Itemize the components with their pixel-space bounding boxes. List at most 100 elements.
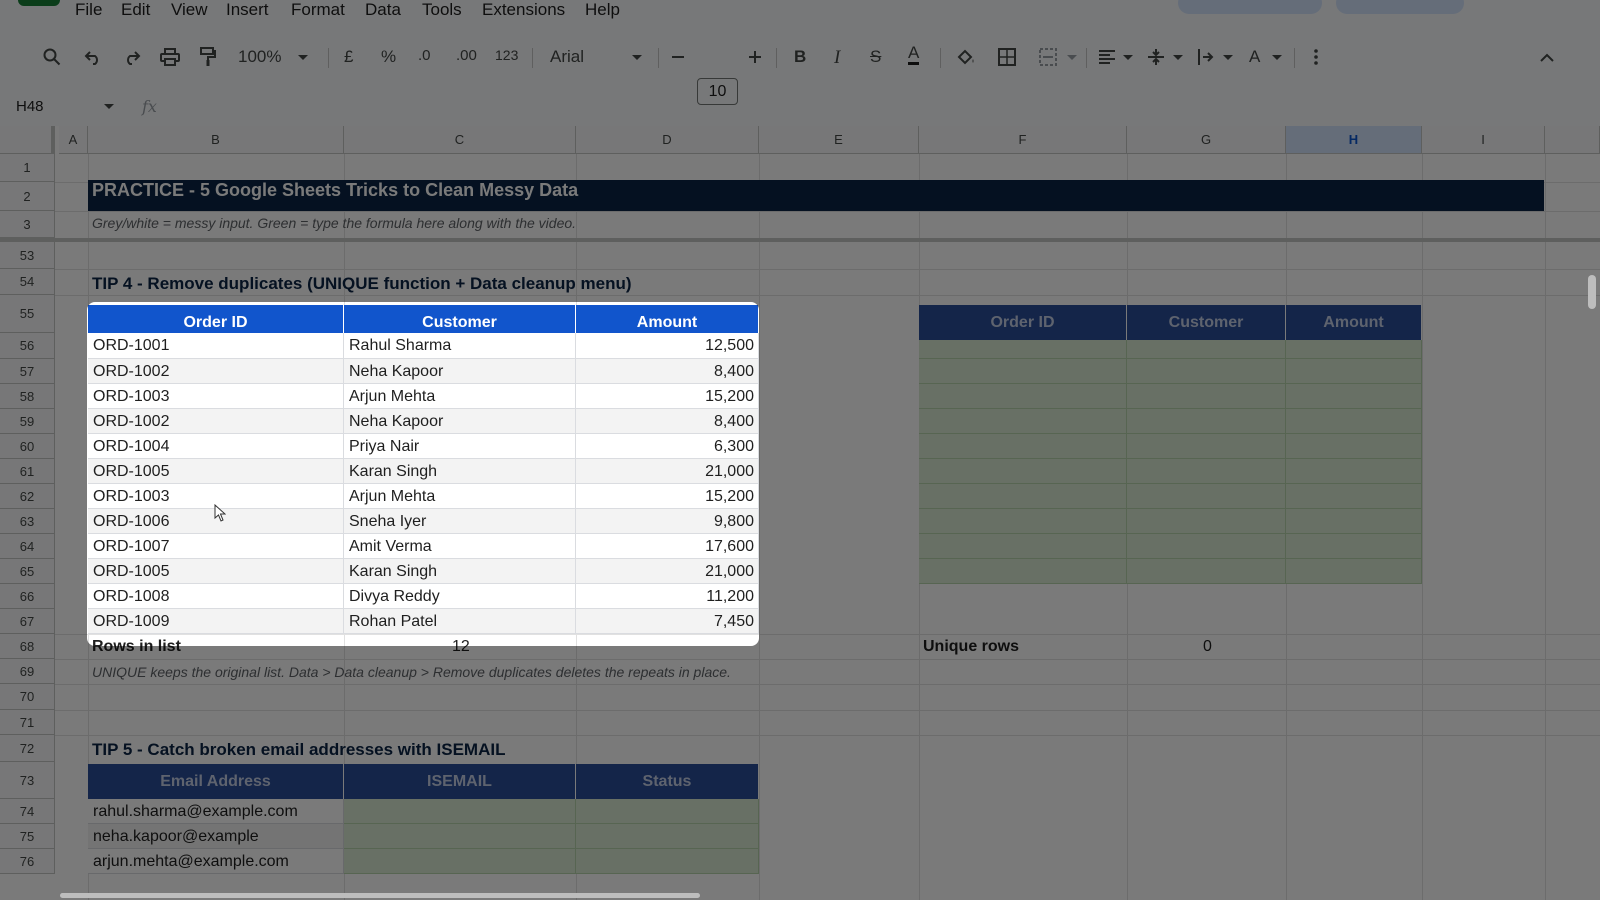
spreadsheet-grid[interactable]: A B C D E F G H I 1 2 3 53 54 55 56 57 5…: [0, 126, 1600, 900]
tip4-output-cell[interactable]: [919, 459, 1127, 484]
tip4-output-header-amount[interactable]: Amount: [1286, 305, 1422, 340]
tip4-amount-cell[interactable]: 15,200: [576, 484, 759, 509]
rows-in-list-label[interactable]: Rows in list: [92, 638, 181, 656]
menu-insert[interactable]: Insert: [226, 0, 269, 20]
vertical-scrollbar[interactable]: [1588, 275, 1596, 309]
text-rotation-dropdown-icon[interactable]: [1271, 44, 1283, 70]
tip4-output-cell[interactable]: [1127, 559, 1286, 584]
tip4-customer-cell[interactable]: Karan Singh: [344, 459, 576, 484]
tip4-output-cell[interactable]: [919, 509, 1127, 534]
row-header-58[interactable]: 58: [0, 384, 55, 409]
tip4-customer-cell[interactable]: Karan Singh: [344, 559, 576, 584]
borders-icon[interactable]: [995, 44, 1019, 70]
tip5-header-status[interactable]: Status: [576, 764, 759, 799]
tip4-order-id-cell[interactable]: ORD-1009: [88, 609, 344, 634]
tip4-output-cell[interactable]: [1127, 509, 1286, 534]
menu-data[interactable]: Data: [365, 0, 401, 20]
tip5-isemail-cell[interactable]: [344, 799, 576, 824]
tip5-email-cell[interactable]: neha.kapoor@example: [88, 824, 344, 849]
vertical-align-dropdown-icon[interactable]: [1172, 44, 1184, 70]
column-header-h[interactable]: H: [1286, 126, 1422, 154]
tip4-output-header-order-id[interactable]: Order ID: [919, 305, 1127, 340]
tip4-output-cell[interactable]: [1286, 559, 1422, 584]
row-header-65[interactable]: 65: [0, 559, 55, 584]
tip4-output-cell[interactable]: [1286, 409, 1422, 434]
tip4-output-cell[interactable]: [1127, 409, 1286, 434]
tip4-customer-cell[interactable]: Neha Kapoor: [344, 359, 576, 384]
menu-edit[interactable]: Edit: [121, 0, 150, 20]
tip4-output-cell[interactable]: [919, 484, 1127, 509]
column-header-f[interactable]: F: [919, 126, 1127, 154]
tip4-amount-cell[interactable]: 21,000: [576, 559, 759, 584]
tip5-status-cell[interactable]: [576, 849, 759, 874]
vertical-align-icon[interactable]: [1145, 44, 1167, 70]
row-header-66[interactable]: 66: [0, 584, 55, 609]
unique-rows-label[interactable]: Unique rows: [923, 638, 1019, 656]
row-header-76[interactable]: 76: [0, 849, 55, 874]
tip4-output-cell[interactable]: [1286, 459, 1422, 484]
tip4-customer-cell[interactable]: Rohan Patel: [344, 609, 576, 634]
tip5-isemail-cell[interactable]: [344, 824, 576, 849]
tip4-output-cell[interactable]: [1127, 484, 1286, 509]
tip4-amount-cell[interactable]: 6,300: [576, 434, 759, 459]
zoom-dropdown-icon[interactable]: [296, 44, 310, 70]
row-header-69[interactable]: 69: [0, 659, 55, 684]
zoom-value[interactable]: 100%: [238, 47, 281, 67]
tip4-output-cell[interactable]: [1127, 384, 1286, 409]
column-header-e[interactable]: E: [759, 126, 919, 154]
menu-file[interactable]: File: [75, 0, 102, 20]
row-header-3[interactable]: 3: [0, 211, 55, 238]
horizontal-scrollbar[interactable]: [60, 893, 700, 898]
tip4-output-cell[interactable]: [1286, 534, 1422, 559]
tip4-output-cell[interactable]: [1286, 434, 1422, 459]
tip4-order-id-cell[interactable]: ORD-1005: [88, 459, 344, 484]
tip4-amount-cell[interactable]: 21,000: [576, 459, 759, 484]
tip4-amount-cell[interactable]: 7,450: [576, 609, 759, 634]
tip4-output-cell[interactable]: [1286, 340, 1422, 359]
tip4-output-cell[interactable]: [1127, 434, 1286, 459]
column-header-i[interactable]: I: [1422, 126, 1545, 154]
tip4-customer-cell[interactable]: Sneha Iyer: [344, 509, 576, 534]
rows-in-list-value[interactable]: 12: [452, 638, 470, 656]
tip5-header-isemail[interactable]: ISEMAIL: [344, 764, 576, 799]
tip4-output-cell[interactable]: [919, 384, 1127, 409]
tip4-order-id-cell[interactable]: ORD-1002: [88, 359, 344, 384]
row-header-62[interactable]: 62: [0, 484, 55, 509]
tip5-status-cell[interactable]: [576, 799, 759, 824]
menu-format[interactable]: Format: [291, 0, 345, 20]
decrease-font-size-icon[interactable]: [668, 44, 688, 70]
unique-rows-value[interactable]: 0: [1203, 638, 1212, 656]
row-header-74[interactable]: 74: [0, 799, 55, 824]
tip4-order-id-cell[interactable]: ORD-1001: [88, 333, 344, 359]
row-header-64[interactable]: 64: [0, 534, 55, 559]
text-rotation-button[interactable]: A: [1249, 47, 1260, 67]
text-wrapping-dropdown-icon[interactable]: [1222, 44, 1234, 70]
menu-tools[interactable]: Tools: [422, 0, 462, 20]
tip4-output-cell[interactable]: [1127, 359, 1286, 384]
strikethrough-button[interactable]: S: [870, 47, 881, 67]
row-header-1[interactable]: 1: [0, 154, 55, 182]
row-header-55[interactable]: 55: [0, 295, 55, 333]
row-header-68[interactable]: 68: [0, 634, 55, 659]
font-dropdown-icon[interactable]: [630, 44, 644, 70]
search-icon[interactable]: [40, 44, 64, 70]
column-header-c[interactable]: C: [344, 126, 576, 154]
row-header-59[interactable]: 59: [0, 409, 55, 434]
tip4-amount-cell[interactable]: 11,200: [576, 584, 759, 609]
tip4-customer-cell[interactable]: Amit Verma: [344, 534, 576, 559]
text-color-button[interactable]: A: [908, 44, 920, 65]
tip5-email-cell[interactable]: rahul.sharma@example.com: [88, 799, 344, 824]
sheets-logo-icon[interactable]: [18, 0, 60, 6]
merge-cells-icon[interactable]: [1036, 44, 1060, 70]
row-header-2[interactable]: 2: [0, 182, 55, 211]
tip4-output-cell[interactable]: [1127, 459, 1286, 484]
row-header-63[interactable]: 63: [0, 509, 55, 534]
font-family-select[interactable]: Arial: [550, 47, 584, 67]
menu-view[interactable]: View: [171, 0, 208, 20]
row-header-67[interactable]: 67: [0, 609, 55, 634]
row-header-57[interactable]: 57: [0, 359, 55, 384]
decrease-decimal-button[interactable]: .0: [418, 47, 431, 64]
row-header-71[interactable]: 71: [0, 710, 55, 735]
tip4-amount-cell[interactable]: 9,800: [576, 509, 759, 534]
tip4-output-cell[interactable]: [1286, 384, 1422, 409]
